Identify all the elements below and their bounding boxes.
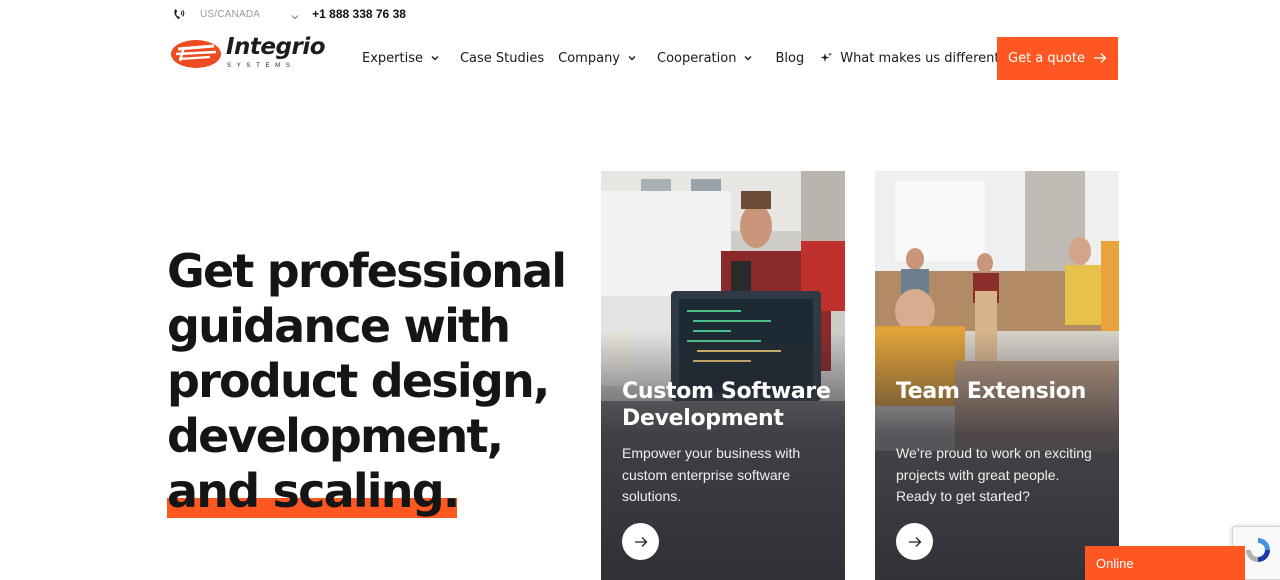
hero-heading-line: Get professional [167, 244, 567, 298]
arrow-right-icon [908, 536, 921, 547]
get-a-quote-button[interactable]: Get a quote [997, 37, 1118, 80]
card-title: Team Extension [896, 379, 1086, 404]
sparkle-icon [820, 52, 833, 62]
arrow-right-icon [1094, 53, 1107, 63]
nav-item-blog[interactable]: Blog [775, 51, 804, 66]
nav-label: Case Studies [459, 50, 545, 66]
get-a-quote-label: Get a quote [1008, 51, 1085, 66]
phone-number-link[interactable]: +1 888 338 76 38 [312, 7, 406, 21]
chevron-down-icon [628, 55, 636, 61]
nav-label: Expertise [362, 50, 423, 66]
nav-label: Cooperation [657, 50, 737, 66]
nav-label: Company [558, 50, 621, 66]
card-arrow-button[interactable] [896, 523, 933, 560]
nav-item-cooperation[interactable]: Cooperation [657, 51, 753, 66]
service-card-team-extension[interactable]: Team Extension We’re proud to work on ex… [875, 171, 1119, 580]
online-chat-label: Online [1096, 556, 1134, 571]
hero-heading-line: and scaling. [167, 464, 460, 518]
card-description: We’re proud to work on exciting projects… [896, 445, 1092, 504]
nav-item-company[interactable]: Company [558, 51, 637, 66]
recaptcha-icon [1246, 538, 1270, 562]
hero-heading-line: development, [167, 409, 504, 463]
nav-item-what-makes-us-different[interactable]: What makes us different [820, 51, 999, 66]
logo-mark-icon [171, 40, 221, 68]
nav-label: Blog [775, 50, 805, 66]
card-arrow-button[interactable] [622, 523, 659, 560]
nav-item-case-studies[interactable]: Case Studies [460, 51, 544, 66]
chevron-down-icon [744, 55, 752, 61]
arrow-right-icon [634, 536, 647, 547]
logo-wordmark: Integrio [226, 34, 326, 60]
company-logo[interactable]: Integrio SYSTEMS [170, 34, 326, 74]
main-navigation: Expertise Case Studies Company Cooperati… [362, 48, 999, 68]
online-chat-button[interactable]: Online [1085, 546, 1245, 580]
hero-heading: Get professional guidance with product d… [167, 244, 587, 519]
phone-icon [172, 7, 186, 21]
nav-label: What makes us different [840, 50, 1000, 66]
card-title: Custom Software Development [622, 379, 831, 431]
top-bar: US/CANADA +1 888 338 76 38 [172, 6, 406, 22]
nav-item-expertise[interactable]: Expertise [362, 51, 440, 66]
chevron-down-icon[interactable] [290, 9, 300, 20]
hero-heading-line: guidance with [167, 299, 511, 353]
chevron-down-icon [431, 55, 439, 61]
service-card-custom-software[interactable]: Custom Software Development Empower your… [601, 171, 845, 580]
region-selector[interactable]: US/CANADA [200, 9, 260, 20]
hero-heading-line: product design, [167, 354, 550, 408]
logo-subtitle: SYSTEMS [227, 63, 296, 69]
card-description: Empower your business with custom enterp… [622, 445, 801, 504]
